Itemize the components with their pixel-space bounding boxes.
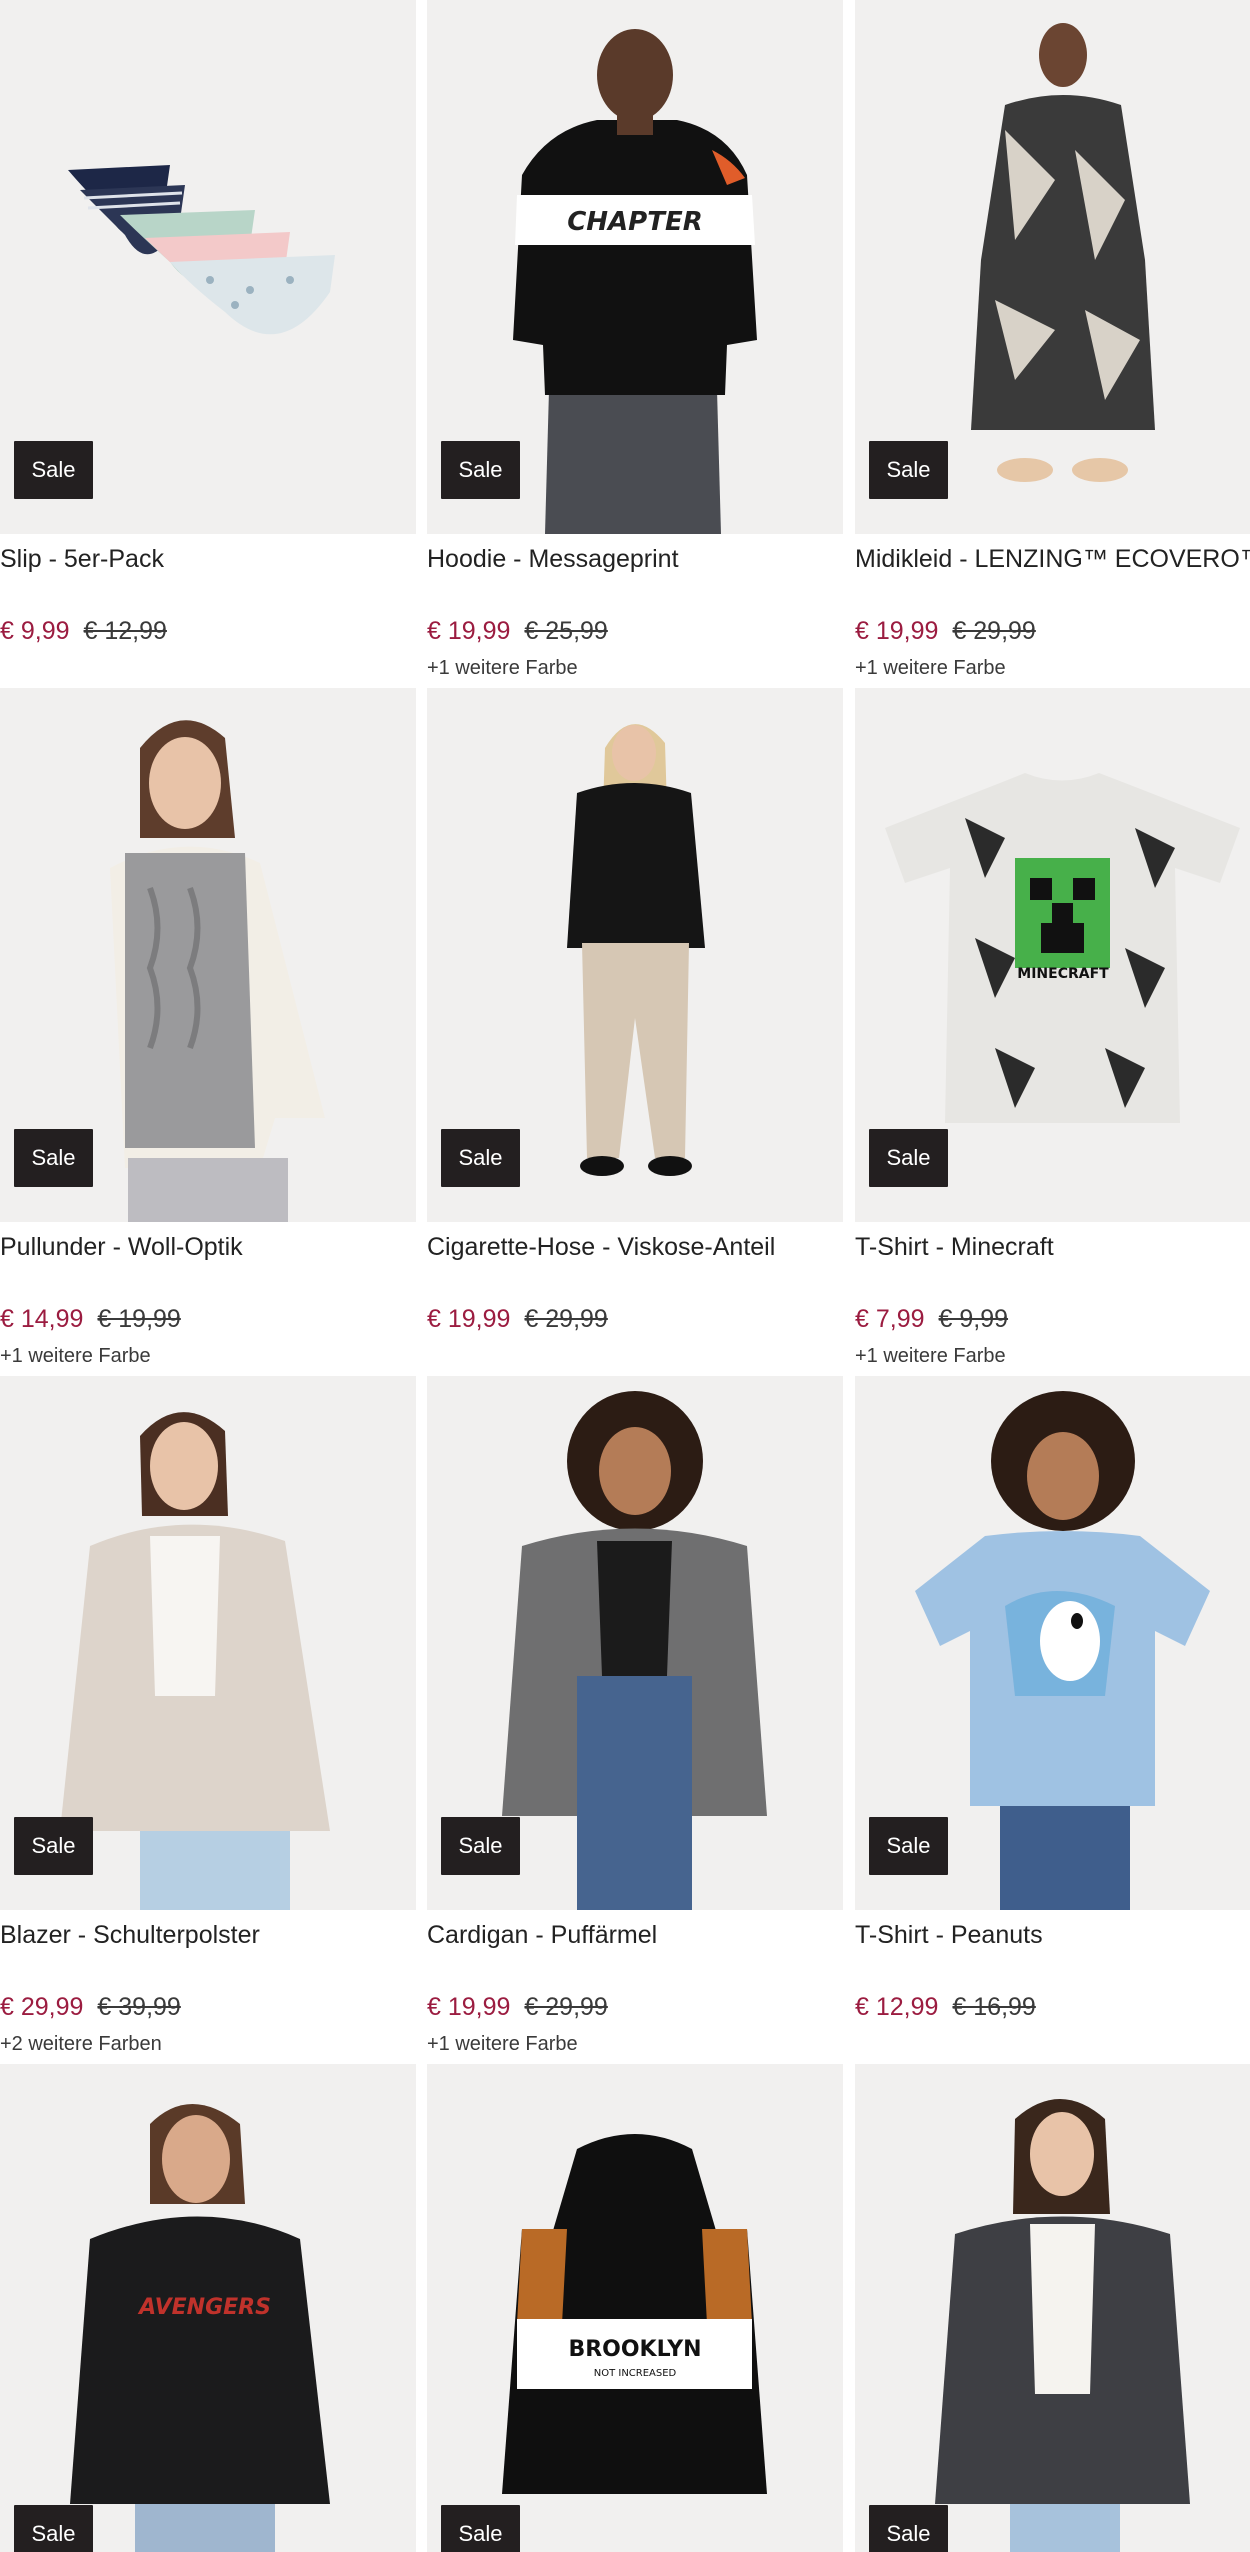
price-row: € 14,99 € 19,99 [0,1305,181,1333]
product-card[interactable]: Sale T-Shirt - Peanuts € 12,99 € 16,99 [855,1376,1250,2064]
product-title[interactable]: Pullunder - Woll-Optik [0,1233,416,1261]
product-image[interactable]: Sale [855,2064,1250,2552]
product-title[interactable]: Cigarette-Hose - Viskose-Anteil [427,1233,843,1261]
sale-badge: Sale [14,2505,93,2552]
product-title[interactable]: Midikleid - LENZING™ ECOVERO™ [855,545,1250,573]
sale-price: € 19,99 [855,617,939,645]
product-card[interactable]: Sale Midikleid - LENZING™ ECOVERO™ € 19,… [855,0,1250,688]
sale-price: € 19,99 [427,617,511,645]
price-row: € 19,99 € 29,99 [427,1993,608,2021]
product-image[interactable]: Sale [0,1376,416,1910]
product-card[interactable]: BROOKLYN NOT INCREASED Sale [427,2064,843,2552]
original-price: € 16,99 [952,1993,1036,2021]
original-price: € 19,99 [97,1305,181,1333]
sale-badge: Sale [869,1817,948,1875]
product-image[interactable]: Sale [855,1376,1250,1910]
sale-badge: Sale [869,441,948,499]
more-colors[interactable]: +1 weitere Farbe [855,1344,1006,1368]
product-image[interactable]: Sale [855,0,1250,534]
more-colors[interactable]: +1 weitere Farbe [855,656,1006,680]
sale-badge: Sale [14,1129,93,1187]
product-title[interactable]: Slip - 5er-Pack [0,545,416,573]
product-card[interactable]: Sale Pullunder - Woll-Optik € 14,99 € 19,… [0,688,416,1376]
sale-badge: Sale [869,1129,948,1187]
print-text: CHAPTER [567,207,703,237]
sale-badge: Sale [441,441,520,499]
product-card[interactable]: Sale Blazer - Schulterpolster € 29,99 € 3… [0,1376,416,2064]
product-title[interactable]: Hoodie - Messageprint [427,545,843,573]
print-text: MINECRAFT [1017,966,1109,982]
product-card[interactable]: Sale Slip - 5er-Pack € 9,99 € 12,99 [0,0,416,688]
product-image[interactable]: Sale [0,688,416,1222]
price-row: € 9,99 € 12,99 [0,617,167,645]
original-price: € 29,99 [524,1993,608,2021]
price-row: € 19,99 € 25,99 [427,617,608,645]
print-subtext: NOT INCREASED [594,2368,677,2379]
sale-price: € 9,99 [0,617,70,645]
original-price: € 29,99 [952,617,1036,645]
more-colors[interactable]: +1 weitere Farbe [427,656,578,680]
sale-price: € 7,99 [855,1305,925,1333]
product-card[interactable]: AVENGERS Sale [0,2064,416,2552]
product-card[interactable]: MINECRAFT Sale T-Shirt - Minecraft € 7,9… [855,688,1250,1376]
price-row: € 12,99 € 16,99 [855,1993,1036,2021]
sale-badge: Sale [14,1817,93,1875]
product-card[interactable]: CHAPTER Sale Hoodie - Messageprint € 19,… [427,0,843,688]
print-text: BROOKLYN [568,2337,701,2362]
product-card[interactable]: Sale Cigarette-Hose - Viskose-Anteil € 1… [427,688,843,1376]
more-colors[interactable]: +1 weitere Farbe [0,1344,151,1368]
hoodie-icon: AVENGERS [70,2104,330,2552]
price-row: € 19,99 € 29,99 [855,617,1036,645]
sale-price: € 19,99 [427,1993,511,2021]
product-image[interactable]: Sale [0,0,416,534]
more-colors[interactable]: +1 weitere Farbe [427,2032,578,2056]
product-card[interactable]: Sale Cardigan - Puffärmel € 19,99 € 29,99… [427,1376,843,2064]
print-text: AVENGERS [137,2295,271,2320]
sale-badge: Sale [441,1817,520,1875]
sale-badge: Sale [14,441,93,499]
product-image[interactable]: CHAPTER Sale [427,0,843,534]
price-row: € 19,99 € 29,99 [427,1305,608,1333]
sale-price: € 12,99 [855,1993,939,2021]
product-image[interactable]: Sale [427,1376,843,1910]
sale-price: € 19,99 [427,1305,511,1333]
product-grid: Sale Slip - 5er-Pack € 9,99 € 12,99 CHAPT… [0,0,1250,2552]
product-title[interactable]: T-Shirt - Minecraft [855,1233,1250,1261]
price-row: € 29,99 € 39,99 [0,1993,181,2021]
sale-badge: Sale [441,2505,520,2552]
hoodie-icon: BROOKLYN NOT INCREASED [502,2134,767,2494]
product-title[interactable]: Blazer - Schulterpolster [0,1921,416,1949]
original-price: € 9,99 [938,1305,1009,1333]
product-image[interactable]: Sale [427,688,843,1222]
sale-badge: Sale [869,2505,948,2552]
product-image[interactable]: MINECRAFT Sale [855,688,1250,1222]
product-title[interactable]: T-Shirt - Peanuts [855,1921,1250,1949]
original-price: € 39,99 [97,1993,181,2021]
sale-price: € 29,99 [0,1993,84,2021]
sale-badge: Sale [441,1129,520,1187]
product-image[interactable]: AVENGERS Sale [0,2064,416,2552]
original-price: € 25,99 [524,617,608,645]
product-image[interactable]: BROOKLYN NOT INCREASED Sale [427,2064,843,2552]
blazer-icon [935,2099,1190,2552]
more-colors[interactable]: +2 weitere Farben [0,2032,162,2056]
original-price: € 29,99 [524,1305,608,1333]
sale-price: € 14,99 [0,1305,84,1333]
original-price: € 12,99 [83,617,167,645]
product-title[interactable]: Cardigan - Puffärmel [427,1921,843,1949]
price-row: € 7,99 € 9,99 [855,1305,1008,1333]
product-card[interactable]: Sale [855,2064,1250,2552]
